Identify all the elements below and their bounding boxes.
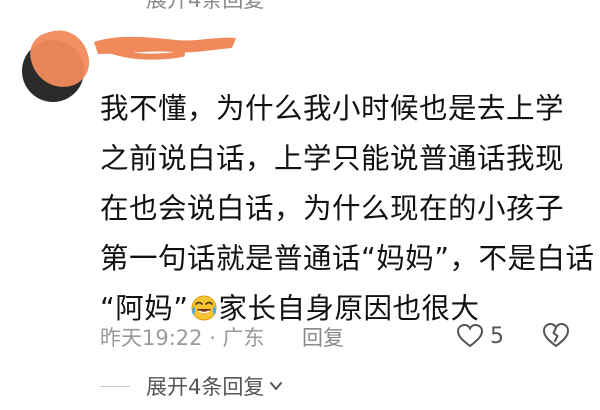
heart-icon <box>456 323 484 348</box>
like-count: 5 <box>490 323 504 349</box>
comment-line: 之前说白话，上学只能说普通话我现 <box>100 142 565 175</box>
reply-button[interactable]: 回复 <box>302 322 344 352</box>
username-redaction <box>94 36 236 60</box>
comment-line: 我不懂，为什么我小时候也是去上学 <box>100 92 565 125</box>
like-button[interactable]: 5 <box>456 320 504 352</box>
previous-expand-label-cut: 展开4条回复 <box>146 0 265 12</box>
timestamp-location: 昨天19:22 · 广东 <box>100 326 265 350</box>
laughing-crying-emoji-icon <box>191 287 217 321</box>
chevron-down-icon <box>270 382 283 390</box>
comment-body: 我不懂，为什么我小时候也是去上学 之前说白话，上学只能说普通话我现 在也会说白话… <box>100 84 595 334</box>
divider-line <box>100 385 130 387</box>
comment-meta: 昨天19:22 · 广东 回复 5 <box>100 318 580 354</box>
expand-replies-button[interactable]: 展开4条回复 <box>100 370 284 402</box>
comment-page: 展开4条回复 我不懂，为什么我小时候也是去上学 之前说白话，上学只能说普通话我现… <box>0 0 600 410</box>
broken-heart-icon[interactable] <box>541 320 571 350</box>
expand-replies-label: 展开4条回复 <box>146 375 265 399</box>
comment-line: 第一句话就是普通话“妈妈”，不是白话 <box>100 242 595 275</box>
comment-line: 在也会说白话，为什么现在的小孩子 <box>100 192 565 225</box>
